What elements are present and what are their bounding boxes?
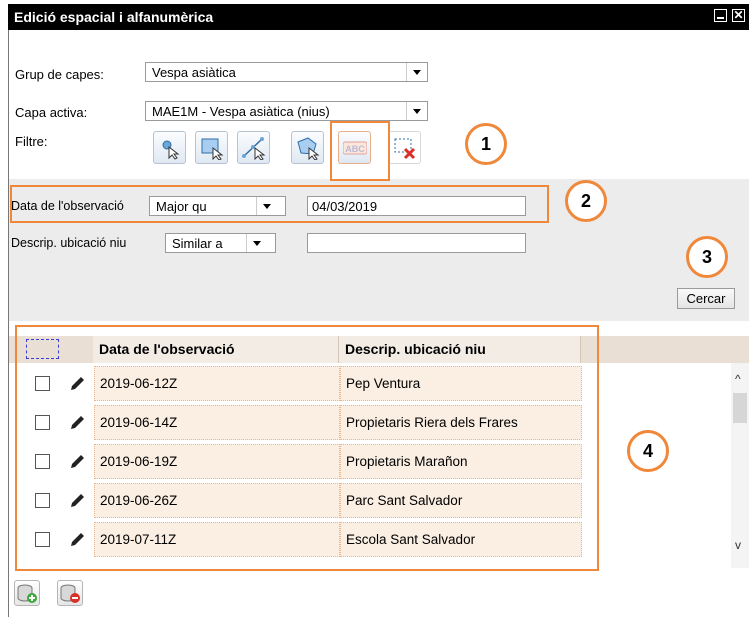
- chevron-down-icon: [406, 63, 427, 81]
- line-select-icon: [242, 137, 266, 160]
- search-button[interactable]: Cercar: [677, 288, 735, 309]
- annotation-box-2: [10, 185, 549, 223]
- add-record-button[interactable]: [14, 580, 40, 606]
- annotation-box-1: [330, 121, 390, 181]
- filter-value-location[interactable]: [307, 233, 526, 253]
- point-select-button[interactable]: [153, 131, 186, 164]
- window-title: Edició espacial i alfanumèrica: [14, 9, 214, 25]
- scroll-down-icon[interactable]: v: [735, 538, 741, 552]
- group-select[interactable]: Vespa asiàtica: [145, 62, 428, 82]
- annotation-marker-1: 1: [465, 123, 507, 165]
- annotation-marker-3: 3: [686, 236, 728, 278]
- group-select-value: Vespa asiàtica: [152, 65, 236, 80]
- group-label: Grup de capes:: [15, 67, 104, 82]
- filter-operator-location[interactable]: Similar a: [165, 233, 276, 253]
- window-title-bar: Edició espacial i alfanumèrica ✕: [8, 4, 749, 30]
- delete-record-icon: [60, 584, 80, 603]
- polygon-select-icon: [297, 137, 320, 160]
- layer-select-value: MAE1M - Vespa asiàtica (nius): [152, 104, 330, 119]
- line-select-button[interactable]: [237, 131, 270, 164]
- filter-field-location: Descrip. ubicació niu: [11, 236, 127, 250]
- delete-record-button[interactable]: [57, 580, 83, 606]
- scroll-up-icon[interactable]: ^: [735, 372, 741, 386]
- annotation-box-4: [15, 325, 599, 571]
- clear-selection-button[interactable]: [388, 131, 421, 164]
- add-record-icon: [17, 584, 37, 603]
- polygon-select-button[interactable]: [291, 131, 324, 164]
- annotation-marker-2: 2: [565, 180, 607, 222]
- point-select-icon: [162, 140, 180, 160]
- layer-select[interactable]: MAE1M - Vespa asiàtica (nius): [145, 101, 428, 121]
- scrollbar-thumb[interactable]: [733, 393, 747, 423]
- close-icon[interactable]: ✕: [732, 9, 745, 22]
- minimize-icon[interactable]: [714, 9, 727, 22]
- rectangle-select-icon: [201, 138, 224, 160]
- annotation-marker-4: 4: [627, 430, 669, 472]
- layer-label: Capa activa:: [15, 105, 88, 120]
- chevron-down-icon: [406, 102, 427, 120]
- filter-label: Filtre:: [15, 134, 48, 149]
- operator-value: Similar a: [172, 236, 223, 251]
- rectangle-select-button[interactable]: [195, 131, 228, 164]
- window-left-border: [8, 30, 9, 617]
- chevron-down-icon: [246, 234, 275, 252]
- clear-selection-icon: [394, 138, 416, 160]
